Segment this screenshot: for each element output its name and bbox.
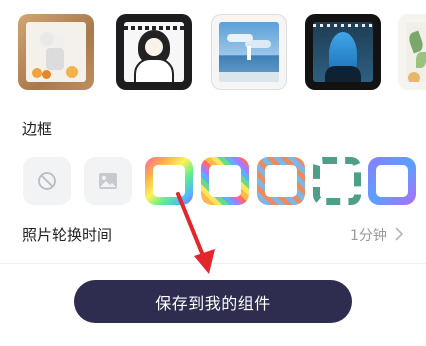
widget-settings-screen: 边框 照片轮换时间 1分钟 保存到我的组件 [0,0,426,346]
rotation-time-value: 1分钟 [350,228,387,244]
frame-option-none[interactable] [23,157,71,205]
thumbnail-image [313,22,373,82]
rotation-time-setting[interactable]: 照片轮换时间 1分钟 [0,220,426,248]
ban-icon [38,172,56,190]
photo-thumbnail-white-frame[interactable] [211,14,287,90]
chevron-right-icon [395,227,404,241]
thumbnail-image [219,22,279,82]
frame-option-image[interactable] [84,157,132,205]
frame-option-purple-gradient[interactable] [368,157,416,205]
rotation-time-label: 照片轮换时间 [22,226,113,244]
photo-thumbnail-black-frame[interactable] [116,14,192,90]
frame-option-dashed-green[interactable] [313,157,361,205]
thumbnail-image [124,22,184,82]
image-icon [99,173,117,189]
frame-option-gradient[interactable] [145,157,193,205]
photo-thumbnail-wood-frame[interactable] [18,14,94,90]
thumbnail-image [406,22,426,82]
photo-thumbnail-partial[interactable] [398,14,426,90]
thumbnail-image [26,22,86,82]
save-to-my-widgets-button[interactable]: 保存到我的组件 [74,280,352,323]
frame-option-orange-blue-stripes[interactable] [257,157,305,205]
divider [0,263,426,264]
frame-option-rainbow-stripes[interactable] [201,157,249,205]
photo-thumbnail-film-frame[interactable] [305,14,381,90]
frames-section-label: 边框 [22,120,53,138]
